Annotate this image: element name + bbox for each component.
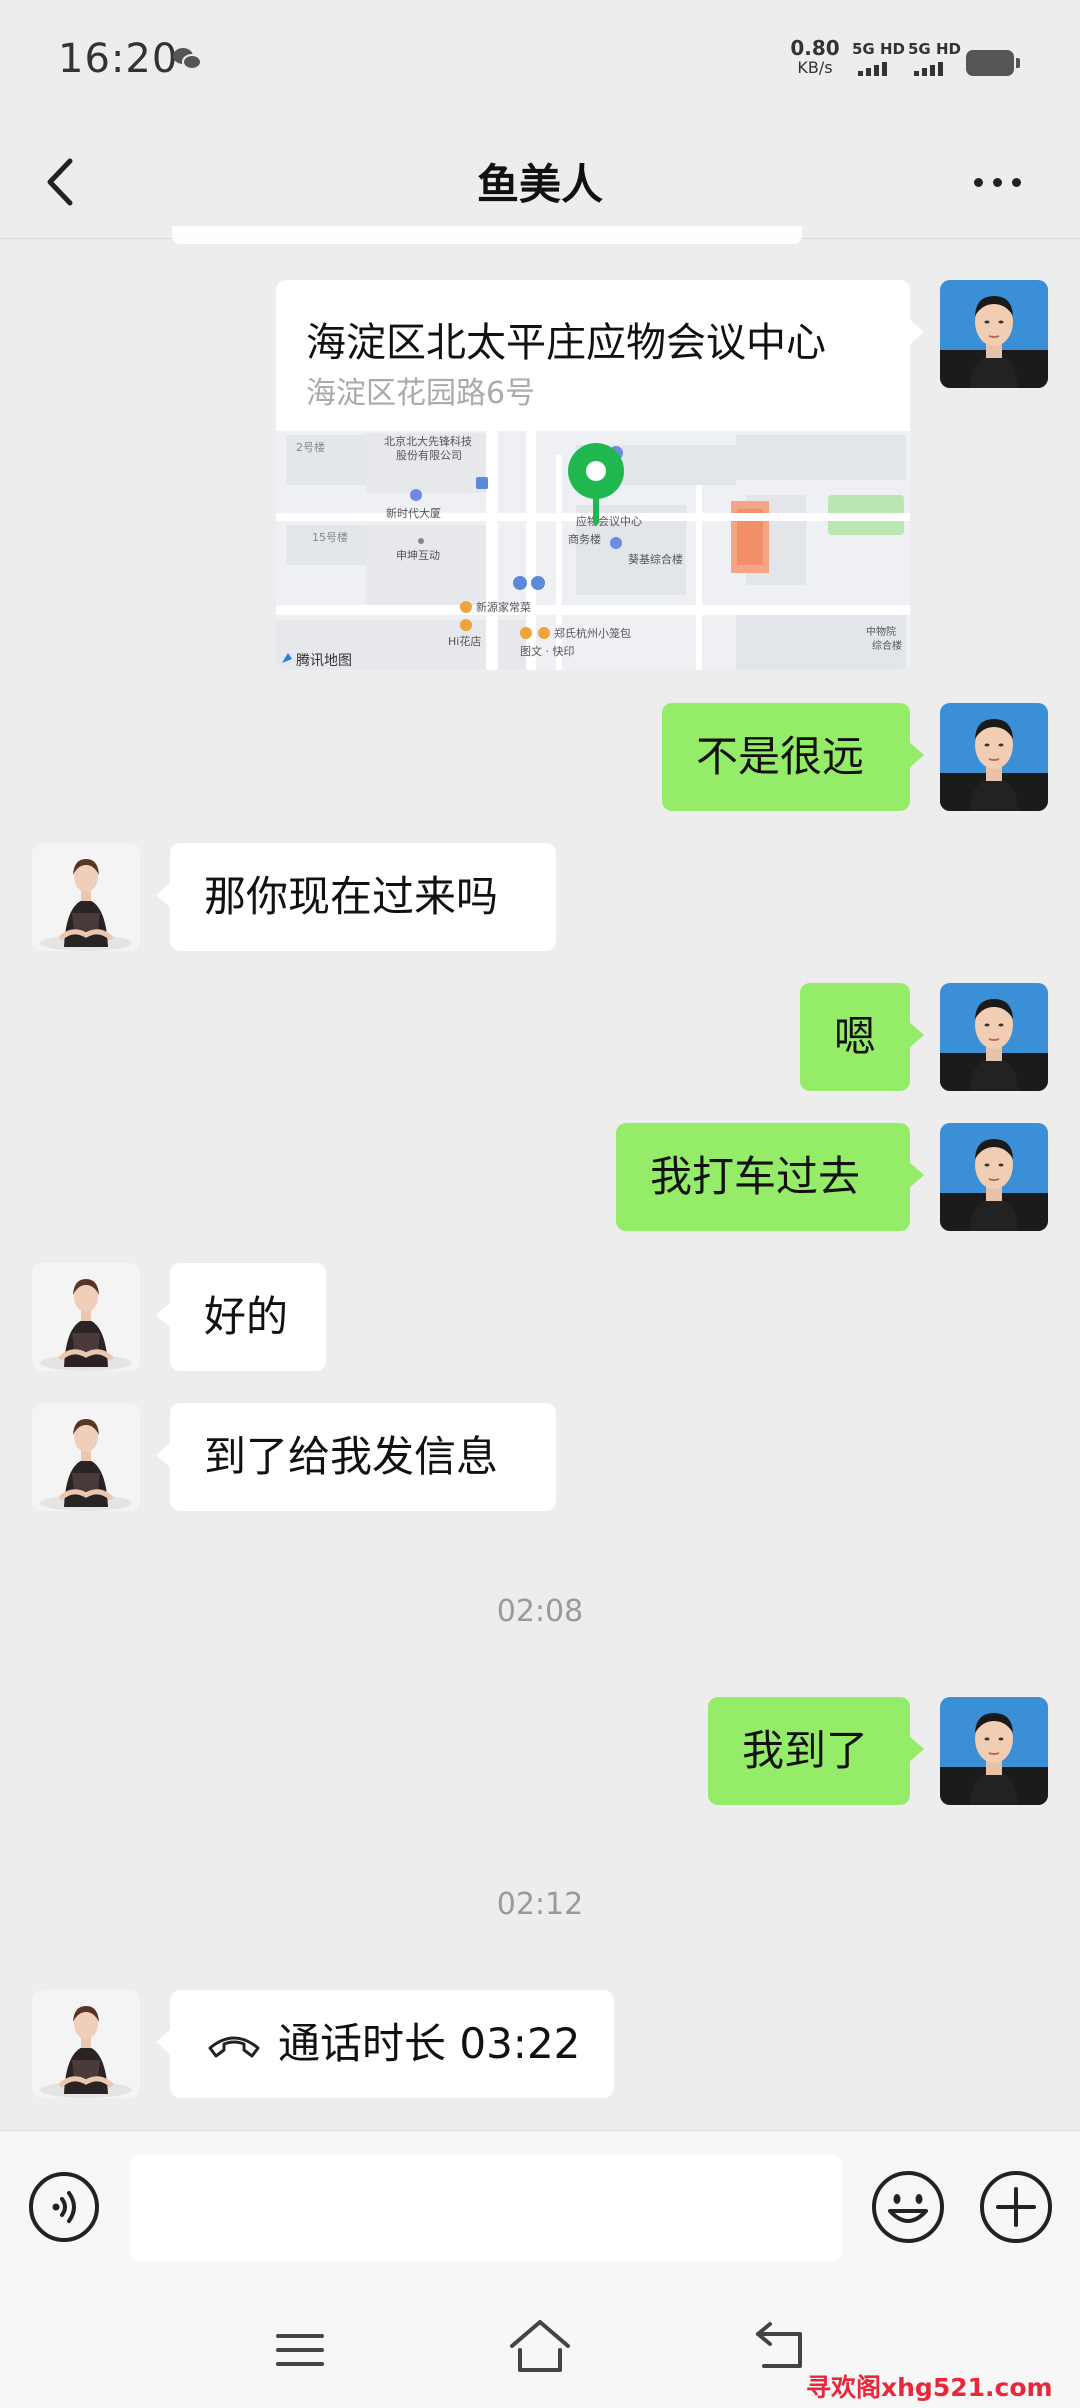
svg-text:股份有限公司: 股份有限公司 [396, 448, 462, 462]
back-icon[interactable] [754, 2320, 810, 2372]
signal-sim2-icon: 5G HD [908, 40, 962, 80]
my-avatar[interactable] [940, 1697, 1048, 1805]
my-avatar[interactable] [940, 280, 1048, 388]
location-address: 海淀区花园路6号 [306, 376, 536, 411]
contact-message[interactable]: 好的 [156, 1263, 326, 1371]
location-map[interactable]: 2号楼 北京北大先锋科技 股份有限公司 新时代大厦 15号楼 申坤互动 新源家常… [276, 425, 910, 670]
contact-message[interactable]: 到了给我发信息 [156, 1403, 556, 1511]
contact-avatar[interactable] [32, 1990, 140, 2098]
svg-text:应物会议中心: 应物会议中心 [576, 514, 642, 528]
menu-icon[interactable] [276, 2330, 324, 2370]
contact-avatar[interactable] [32, 1263, 140, 1371]
previous-message-edge [172, 226, 802, 244]
watermark-text: 寻欢阁xhg521.com [806, 2373, 1053, 2402]
system-navigation-bar: 寻欢阁xhg521.com [0, 2280, 1080, 2408]
signal-sim1-icon: 5G HD [852, 40, 906, 80]
message-input[interactable] [130, 2155, 842, 2261]
my-message[interactable]: 我到了 [708, 1697, 924, 1805]
voice-icon[interactable] [28, 2171, 100, 2243]
svg-text:郑氏杭州小笼包: 郑氏杭州小笼包 [554, 626, 631, 640]
timestamp: 02:08 [496, 1594, 584, 1629]
emoji-icon[interactable] [870, 2169, 946, 2245]
svg-text:新源家常菜: 新源家常菜 [476, 600, 531, 614]
my-message[interactable]: 嗯 [800, 983, 924, 1091]
status-bar: 16:20 0.80 KB/s 5G HD 5G HD [0, 0, 1080, 125]
svg-text:商务楼: 商务楼 [568, 532, 601, 546]
my-avatar[interactable] [940, 1123, 1048, 1231]
svg-text:Hi花店: Hi花店 [448, 634, 481, 648]
chat-header: 鱼美人 [0, 125, 1080, 240]
battery-icon [966, 50, 1020, 76]
contact-avatar[interactable] [32, 1403, 140, 1511]
location-card-tail [908, 318, 924, 346]
svg-text:葵基综合楼: 葵基综合楼 [628, 552, 683, 566]
timestamp: 02:12 [496, 1887, 584, 1922]
svg-text:综合楼: 综合楼 [872, 639, 902, 652]
plus-icon[interactable] [978, 2169, 1054, 2245]
contact-avatar[interactable] [32, 843, 140, 951]
input-bar [0, 2130, 1080, 2281]
svg-text:申坤互动: 申坤互动 [396, 548, 440, 562]
home-icon[interactable] [508, 2318, 572, 2374]
status-time: 16:20 [58, 36, 179, 82]
network-speed: 0.80 KB/s [790, 36, 840, 77]
svg-text:北京北大先锋科技: 北京北大先锋科技 [384, 434, 472, 448]
my-avatar[interactable] [940, 983, 1048, 1091]
contact-message[interactable]: 那你现在过来吗 [156, 843, 556, 951]
location-name: 海淀区北太平庄应物会议中心 [306, 320, 826, 366]
call-duration-text: 通话时长 03:22 [278, 2019, 581, 2068]
call-record-message[interactable]: 通话时长 03:22 [156, 1990, 614, 2098]
location-message-card[interactable]: 海淀区北太平庄应物会议中心 海淀区花园路6号 2号楼 北京北大先锋科技 股份有限… [276, 280, 910, 670]
chat-title: 鱼美人 [476, 160, 603, 209]
svg-text:15号楼: 15号楼 [312, 530, 348, 544]
wechat-notification-icon [173, 48, 202, 70]
my-avatar[interactable] [940, 703, 1048, 811]
my-message[interactable]: 我打车过去 [616, 1123, 924, 1231]
more-dots-icon[interactable] [974, 167, 1030, 197]
svg-text:图文 · 快印: 图文 · 快印 [520, 644, 575, 658]
svg-text:2号楼: 2号楼 [296, 440, 325, 454]
svg-text:腾讯地图: 腾讯地图 [296, 652, 352, 669]
phone-icon [208, 2036, 260, 2058]
svg-text:新时代大厦: 新时代大厦 [386, 506, 441, 520]
svg-text:中物院: 中物院 [866, 625, 896, 638]
my-message[interactable]: 不是很远 [662, 703, 924, 811]
